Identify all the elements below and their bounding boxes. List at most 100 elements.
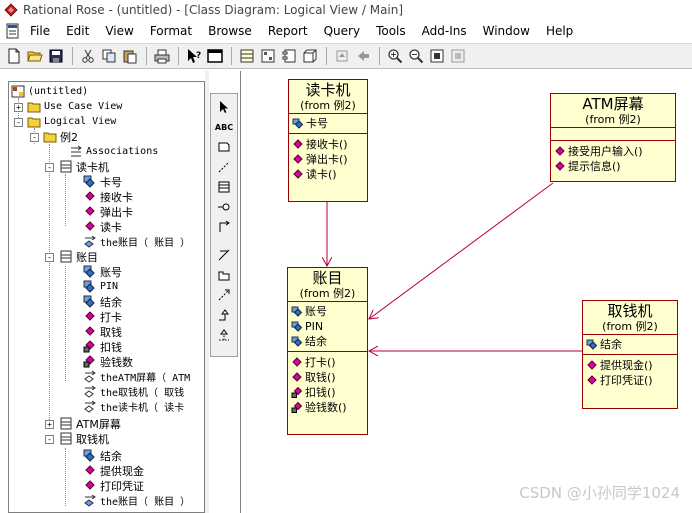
- copy-icon[interactable]: [99, 46, 119, 66]
- text-tool-icon[interactable]: ABC: [213, 118, 235, 136]
- menu-query[interactable]: Query: [316, 21, 368, 41]
- operation-row[interactable]: 打卡(): [291, 355, 364, 370]
- browse-parent-icon[interactable]: [332, 46, 352, 66]
- attribute-row[interactable]: 账号: [291, 304, 364, 319]
- expand-toggle[interactable]: +: [45, 420, 54, 429]
- tree-class-card-reader[interactable]: 读卡机: [59, 159, 109, 174]
- tree-operation-protected[interactable]: 验钱数: [83, 354, 133, 369]
- interface-tool-icon[interactable]: [213, 198, 235, 216]
- tree-associations[interactable]: Associations: [69, 144, 158, 159]
- operation-row[interactable]: 弹出卡(): [292, 152, 364, 167]
- tree-attribute[interactable]: PIN: [83, 279, 118, 294]
- tree-operation[interactable]: 取钱: [83, 324, 122, 339]
- menu-view[interactable]: View: [97, 21, 141, 41]
- tree-attribute[interactable]: 账号: [83, 264, 122, 279]
- browse-previous-icon[interactable]: [353, 46, 373, 66]
- attribute-row[interactable]: 结余: [291, 334, 364, 349]
- operation-row[interactable]: 取钱(): [291, 370, 364, 385]
- tree-root[interactable]: (untitled): [11, 84, 88, 99]
- tree-attribute[interactable]: 结余: [83, 294, 122, 309]
- model-browser-tree[interactable]: (untitled) + Use Case View - Logical Vie…: [8, 81, 205, 513]
- new-file-icon[interactable]: [4, 46, 24, 66]
- tree-class-account[interactable]: 账目: [59, 249, 98, 264]
- operation-row[interactable]: 打印凭证(): [586, 373, 674, 388]
- operation-row[interactable]: 验钱数(): [291, 400, 364, 415]
- browse-component-icon[interactable]: [279, 46, 299, 66]
- zoom-out-icon[interactable]: [406, 46, 426, 66]
- anchor-note-tool-icon[interactable]: [213, 158, 235, 176]
- tree-package-example2[interactable]: 例2: [43, 129, 78, 144]
- tree-operation-protected[interactable]: 扣钱: [83, 339, 122, 354]
- view-docs-icon[interactable]: [205, 46, 225, 66]
- collapse-toggle[interactable]: -: [30, 133, 39, 142]
- paste-icon[interactable]: [120, 46, 140, 66]
- tree-role[interactable]: theATM屏幕（ ATM: [83, 369, 190, 384]
- open-folder-icon[interactable]: [25, 46, 45, 66]
- expand-toggle[interactable]: +: [14, 103, 23, 112]
- tree-attribute[interactable]: 结余: [83, 448, 122, 463]
- tree-operation[interactable]: 打卡: [83, 309, 122, 324]
- tree-operation[interactable]: 接收卡: [83, 189, 133, 204]
- menu-help[interactable]: Help: [538, 21, 581, 41]
- tree-operation[interactable]: 读卡: [83, 219, 122, 234]
- realize-tool-icon[interactable]: [213, 326, 235, 344]
- document-menu-icon[interactable]: [4, 22, 22, 40]
- attribute-row[interactable]: 卡号: [292, 116, 364, 131]
- pane-splitter[interactable]: [205, 70, 209, 513]
- attribute-row[interactable]: PIN: [291, 319, 364, 334]
- menu-browse[interactable]: Browse: [200, 21, 260, 41]
- fit-in-window-icon[interactable]: [427, 46, 447, 66]
- browse-interaction-icon[interactable]: [258, 46, 278, 66]
- menu-report[interactable]: Report: [260, 21, 316, 41]
- tree-operation[interactable]: 提供现金: [83, 463, 144, 478]
- association-atm-screen-to-account[interactable]: [369, 182, 554, 319]
- zoom-in-icon[interactable]: [385, 46, 405, 66]
- tree-role[interactable]: the账目（ 账目 ）: [83, 493, 190, 508]
- tree-class-cash-dispenser[interactable]: 取钱机: [59, 431, 109, 446]
- save-icon[interactable]: [46, 46, 66, 66]
- class-box-atm-screen[interactable]: ATM屏幕 (from 例2) 接受用户输入() 提示信息(): [550, 93, 676, 182]
- operation-row[interactable]: 接收卡(): [292, 137, 364, 152]
- tree-role[interactable]: the取钱机（ 取钱: [83, 384, 184, 399]
- operation-row[interactable]: 接受用户输入(): [554, 144, 672, 159]
- tree-operation[interactable]: 打印凭证: [83, 478, 144, 493]
- menu-edit[interactable]: Edit: [58, 21, 97, 41]
- context-help-icon[interactable]: ?: [184, 46, 204, 66]
- generalization-tool-icon[interactable]: [213, 306, 235, 324]
- tree-role[interactable]: the账目（ 账目 ）: [83, 234, 190, 249]
- tree-class-atm-screen[interactable]: ATM屏幕: [59, 416, 121, 431]
- operation-row[interactable]: 提示信息(): [554, 159, 672, 174]
- operation-row[interactable]: 读卡(): [292, 167, 364, 182]
- tree-operation[interactable]: 弹出卡: [83, 204, 133, 219]
- class-box-account[interactable]: 账目 (from 例2) 账号 PIN 结余 打卡() 取钱() 扣钱() 验钱…: [287, 267, 368, 435]
- operation-row[interactable]: 提供现金(): [586, 358, 674, 373]
- attribute-row[interactable]: 结余: [586, 337, 674, 352]
- collapse-toggle[interactable]: -: [14, 118, 23, 127]
- menu-add-ins[interactable]: Add-Ins: [414, 21, 475, 41]
- browse-deployment-icon[interactable]: [300, 46, 320, 66]
- menu-window[interactable]: Window: [475, 21, 538, 41]
- cut-icon[interactable]: [78, 46, 98, 66]
- menu-tools[interactable]: Tools: [368, 21, 414, 41]
- tree-logical-view[interactable]: Logical View: [27, 114, 116, 129]
- undo-fit-icon[interactable]: [448, 46, 468, 66]
- class-box-card-reader[interactable]: 读卡机 (from 例2) 卡号 接收卡() 弹出卡() 读卡(): [288, 79, 368, 202]
- collapse-toggle[interactable]: -: [45, 253, 54, 262]
- class-box-cash-dispenser[interactable]: 取钱机 (from 例2) 结余 提供现金() 打印凭证(): [582, 300, 678, 409]
- operation-row[interactable]: 扣钱(): [291, 385, 364, 400]
- note-tool-icon[interactable]: [213, 138, 235, 156]
- tree-use-case-view[interactable]: Use Case View: [27, 99, 122, 114]
- class-tool-icon[interactable]: [213, 178, 235, 196]
- menu-file[interactable]: File: [22, 21, 58, 41]
- package-tool-icon[interactable]: [213, 266, 235, 284]
- dependency-tool-icon[interactable]: [213, 286, 235, 304]
- menu-format[interactable]: Format: [142, 21, 200, 41]
- tree-role[interactable]: the读卡机（ 读卡: [83, 399, 184, 414]
- browse-class-icon[interactable]: [237, 46, 257, 66]
- selection-tool-icon[interactable]: [213, 98, 235, 116]
- tree-attribute[interactable]: 卡号: [83, 174, 122, 189]
- collapse-toggle[interactable]: -: [45, 435, 54, 444]
- print-icon[interactable]: [152, 46, 172, 66]
- unidirectional-association-tool-icon[interactable]: [213, 246, 235, 264]
- class-diagram-canvas[interactable]: 读卡机 (from 例2) 卡号 接收卡() 弹出卡() 读卡() ATM屏幕 …: [240, 71, 692, 513]
